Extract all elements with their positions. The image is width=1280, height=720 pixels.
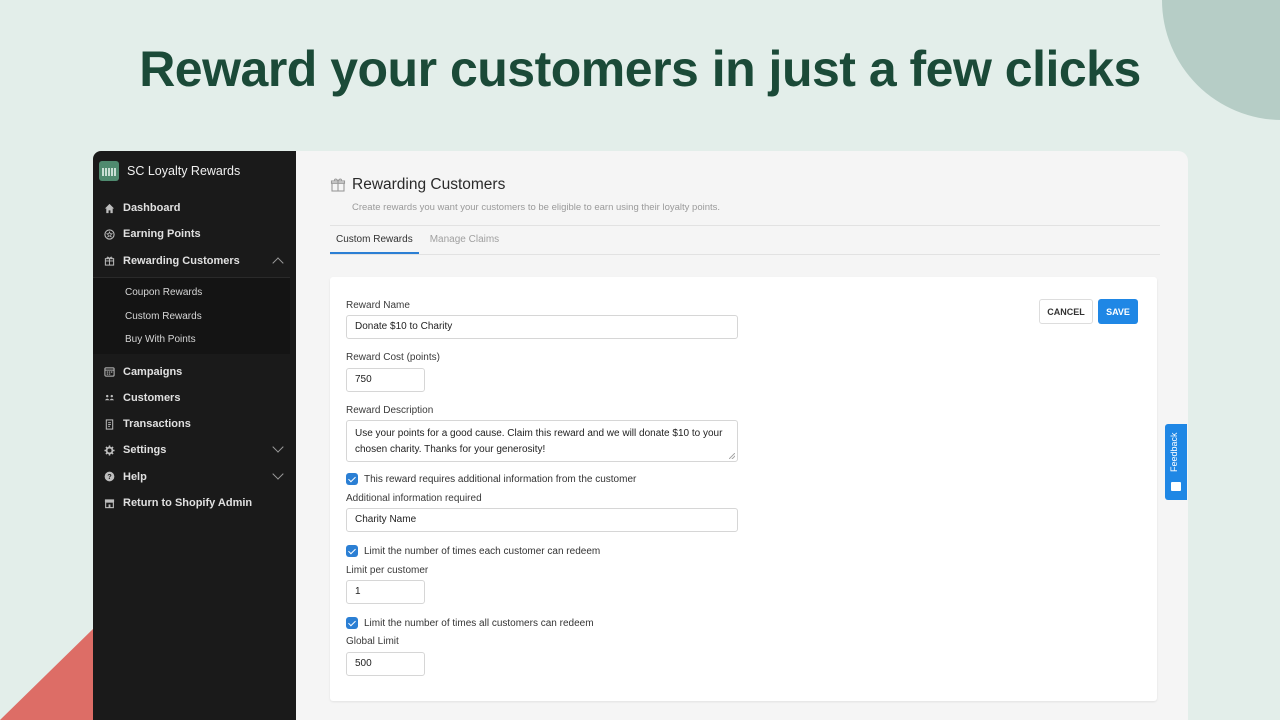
sidebar-subitem-buy-with-points[interactable]: Buy With Points [93, 328, 290, 352]
reward-description-text: Use your points for a good cause. Claim … [355, 428, 723, 455]
reward-name-input[interactable]: Donate $10 to Charity [346, 315, 738, 339]
limit-each-label: Limit the number of times each customer … [364, 545, 601, 557]
sidebar-item-label: Campaigns [123, 365, 183, 378]
requires-info-checkbox-row[interactable]: This reward requires additional informat… [346, 473, 636, 485]
help-circle-icon: ? [103, 471, 115, 483]
additional-info-label: Additional information required [346, 493, 482, 504]
sidebar-nav: Dashboard Earning Points Rewarding Custo… [93, 195, 296, 516]
home-icon [103, 202, 115, 214]
reward-cost-input[interactable]: 750 [346, 368, 425, 392]
sidebar-item-label: Return to Shopify Admin [123, 497, 253, 510]
chat-icon [1171, 482, 1181, 491]
cancel-button[interactable]: CANCEL [1039, 299, 1093, 324]
limit-each-checkbox-row[interactable]: Limit the number of times each customer … [346, 545, 600, 557]
rewarding-customers-submenu: Coupon Rewards Custom Rewards Buy With P… [93, 276, 290, 355]
sidebar-item-help[interactable]: ? Help [93, 464, 296, 490]
decorative-triangle [0, 628, 94, 720]
tab-manage-claims[interactable]: Manage Claims [424, 227, 505, 254]
marketing-headline: Reward your customers in just a few clic… [139, 41, 1141, 97]
tab-bar: Custom Rewards Manage Claims [330, 225, 1160, 255]
reward-description-label: Reward Description [346, 405, 434, 416]
gift-icon [330, 178, 346, 192]
feedback-tab[interactable]: Feedback [1165, 424, 1187, 500]
chevron-down-icon[interactable] [272, 441, 284, 453]
sidebar-item-settings[interactable]: Settings [93, 437, 296, 463]
sidebar-item-customers[interactable]: Customers [93, 385, 296, 411]
feedback-label: Feedback [1169, 432, 1179, 472]
limit-per-customer-input[interactable]: 1 [346, 580, 425, 604]
requires-info-label: This reward requires additional informat… [364, 473, 637, 485]
calendar-logo-icon [99, 161, 119, 181]
requires-info-checkbox[interactable] [346, 473, 358, 485]
receipt-icon [103, 418, 115, 430]
resize-handle[interactable] [729, 453, 735, 459]
sidebar-item-return-to-shopify-admin[interactable]: Return to Shopify Admin [93, 490, 296, 516]
brand[interactable]: SC Loyalty Rewards [93, 151, 296, 191]
limit-all-checkbox[interactable] [346, 617, 358, 629]
reward-cost-label: Reward Cost (points) [346, 352, 440, 363]
sidebar-item-label: Transactions [123, 418, 191, 431]
additional-info-input[interactable]: Charity Name [346, 508, 738, 532]
main-content: Rewarding Customers Create rewards you w… [296, 151, 1188, 720]
star-circle-icon [103, 228, 115, 240]
sidebar-item-label: Earning Points [123, 228, 201, 241]
chevron-down-icon[interactable] [272, 467, 284, 480]
sidebar-item-label: Dashboard [123, 202, 181, 215]
page-title-text: Rewarding Customers [352, 176, 506, 193]
people-icon [103, 392, 115, 404]
gear-icon [103, 444, 115, 456]
calendar-icon [103, 366, 115, 378]
chevron-up-icon[interactable] [272, 256, 284, 269]
limit-all-checkbox-row[interactable]: Limit the number of times all customers … [346, 617, 594, 629]
page-title: Rewarding Customers [330, 176, 720, 194]
sidebar-item-rewarding-customers[interactable]: Rewarding Customers [93, 248, 296, 274]
page-subtitle: Create rewards you want your customers t… [352, 202, 721, 213]
sidebar-item-label: Rewarding Customers [123, 254, 240, 267]
reward-description-textarea[interactable]: Use your points for a good cause. Claim … [346, 420, 738, 462]
store-icon [103, 497, 115, 509]
svg-text:?: ? [107, 472, 112, 481]
sidebar-subitem-custom-rewards[interactable]: Custom Rewards [93, 304, 290, 328]
sidebar-item-transactions[interactable]: Transactions [93, 411, 296, 437]
limit-all-label: Limit the number of times all customers … [364, 617, 594, 629]
sidebar-subitem-coupon-rewards[interactable]: Coupon Rewards [93, 281, 290, 305]
global-limit-label: Global Limit [346, 636, 399, 647]
limit-each-checkbox[interactable] [346, 545, 358, 557]
page-header: Rewarding Customers Create rewards you w… [330, 176, 720, 213]
sidebar-item-dashboard[interactable]: Dashboard [93, 195, 296, 221]
sidebar-item-label: Settings [123, 444, 167, 457]
brand-name: SC Loyalty Rewards [127, 164, 241, 178]
reward-name-label: Reward Name [346, 300, 410, 311]
sidebar-item-label: Customers [123, 391, 181, 404]
gift-icon [103, 255, 115, 267]
sidebar-item-label: Help [123, 470, 147, 483]
sidebar-item-campaigns[interactable]: Campaigns [93, 358, 296, 384]
tab-custom-rewards[interactable]: Custom Rewards [330, 227, 419, 254]
sidebar-item-earning-points[interactable]: Earning Points [93, 221, 296, 247]
save-button[interactable]: SAVE [1098, 299, 1138, 324]
app-window: SC Loyalty Rewards Dashboard Earning Poi… [93, 151, 1188, 720]
sidebar: SC Loyalty Rewards Dashboard Earning Poi… [93, 151, 296, 720]
reward-form-card: Reward Name Donate $10 to Charity Reward… [330, 277, 1157, 701]
global-limit-input[interactable]: 500 [346, 652, 425, 676]
limit-per-customer-label: Limit per customer [346, 565, 429, 576]
